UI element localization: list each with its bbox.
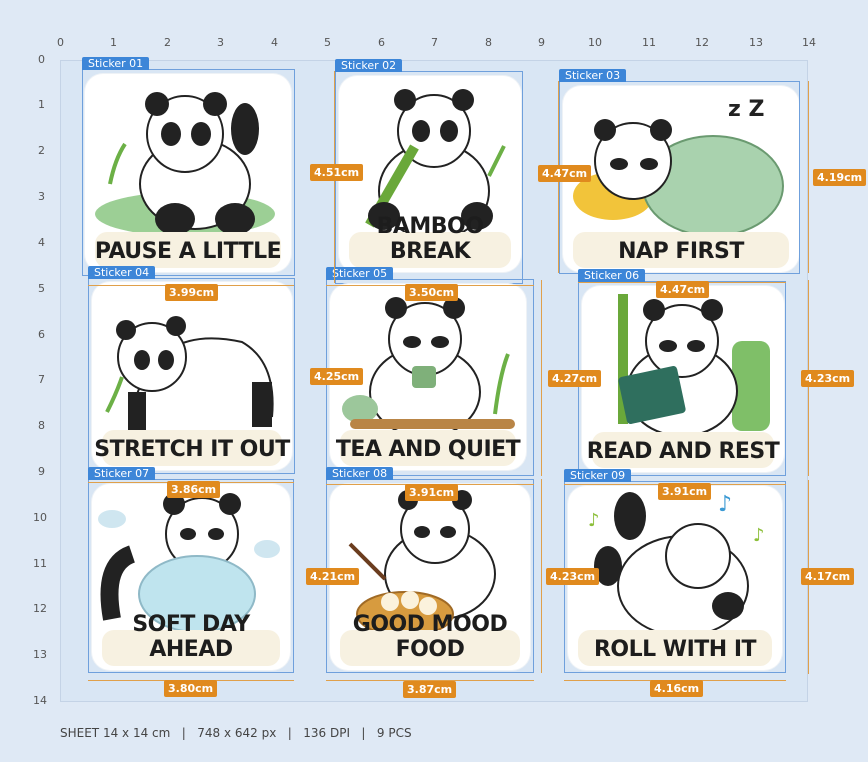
dimension-label: 3.86cm xyxy=(167,481,221,498)
ruler-tick: 11 xyxy=(33,557,47,570)
dimension-line xyxy=(541,479,542,673)
sticker-tag: Sticker 08 xyxy=(326,467,394,480)
dimension-label: 4.23cm xyxy=(801,370,855,387)
ruler-tick: 13 xyxy=(749,36,763,49)
dimension-label: 4.23cm xyxy=(546,568,600,585)
ruler-tick: 4 xyxy=(38,236,45,249)
dimension-line xyxy=(541,280,542,476)
ruler-tick: 9 xyxy=(538,36,545,49)
ruler-tick: 0 xyxy=(38,53,45,66)
dimension-label: 4.19cm xyxy=(813,169,867,186)
sticker-tag: Sticker 02 xyxy=(335,59,403,72)
ruler-tick: 7 xyxy=(38,373,45,386)
dimension-label: 4.47cm xyxy=(656,281,710,298)
dimension-label: 4.47cm xyxy=(538,165,592,182)
ruler-tick: 3 xyxy=(217,36,224,49)
ruler-tick: 12 xyxy=(695,36,709,49)
sticker-tag: Sticker 03 xyxy=(559,69,627,82)
ruler-tick: 0 xyxy=(57,36,64,49)
dimension-label: 3.80cm xyxy=(164,680,218,697)
ruler-tick: 7 xyxy=(431,36,438,49)
ruler-tick: 8 xyxy=(485,36,492,49)
ruler-tick: 14 xyxy=(802,36,816,49)
ruler-tick: 5 xyxy=(324,36,331,49)
sticker-tag: Sticker 01 xyxy=(82,57,150,70)
ruler-tick: 2 xyxy=(38,144,45,157)
top-ruler: 0 1 2 3 4 5 6 7 8 9 10 11 12 13 14 xyxy=(0,36,868,58)
sticker-box-07[interactable]: Sticker 07 xyxy=(88,467,294,673)
sticker-tag: Sticker 04 xyxy=(88,266,156,279)
ruler-tick: 10 xyxy=(588,36,602,49)
dimension-label: 3.50cm xyxy=(405,284,459,301)
ruler-tick: 8 xyxy=(38,419,45,432)
ruler-tick: 1 xyxy=(110,36,117,49)
dimension-label: 3.91cm xyxy=(405,484,459,501)
dimension-label: 3.91cm xyxy=(658,483,712,500)
ruler-tick: 9 xyxy=(38,465,45,478)
dimension-label: 3.99cm xyxy=(165,284,219,301)
sticker-tag: Sticker 07 xyxy=(88,467,156,480)
sticker-box-06[interactable]: Sticker 06 xyxy=(578,269,786,476)
ruler-tick: 4 xyxy=(271,36,278,49)
sticker-box-04[interactable]: Sticker 04 xyxy=(88,266,295,474)
ruler-tick: 6 xyxy=(38,328,45,341)
dimension-label: 4.25cm xyxy=(310,368,364,385)
sticker-tag: Sticker 09 xyxy=(564,469,632,482)
ruler-tick: 6 xyxy=(378,36,385,49)
sticker-box-03[interactable]: Sticker 03 xyxy=(559,69,800,274)
sticker-tag: Sticker 06 xyxy=(578,269,646,282)
ruler-tick: 3 xyxy=(38,190,45,203)
ruler-tick: 13 xyxy=(33,648,47,661)
dimension-label: 3.87cm xyxy=(403,681,457,698)
ruler-tick: 5 xyxy=(38,282,45,295)
sheet-info-footer: SHEET 14 x 14 cm | 748 x 642 px | 136 DP… xyxy=(60,726,412,740)
dimension-label: 4.51cm xyxy=(310,164,364,181)
dimension-label: 4.27cm xyxy=(548,370,602,387)
dimension-label: 4.21cm xyxy=(306,568,360,585)
ruler-tick: 10 xyxy=(33,511,47,524)
dimension-label: 4.17cm xyxy=(801,568,855,585)
dimension-label: 4.16cm xyxy=(650,680,704,697)
ruler-tick: 14 xyxy=(33,694,47,707)
ruler-tick: 2 xyxy=(164,36,171,49)
ruler-tick: 12 xyxy=(33,602,47,615)
sticker-box-01[interactable]: Sticker 01 xyxy=(82,57,295,276)
sticker-tag: Sticker 05 xyxy=(326,267,394,280)
dimension-line xyxy=(808,81,809,273)
left-ruler: 0 1 2 3 4 5 6 7 8 9 10 11 12 13 14 xyxy=(0,0,58,762)
sticker-box-02[interactable]: Sticker 02 xyxy=(335,59,523,284)
ruler-tick: 1 xyxy=(38,98,45,111)
ruler-tick: 11 xyxy=(642,36,656,49)
